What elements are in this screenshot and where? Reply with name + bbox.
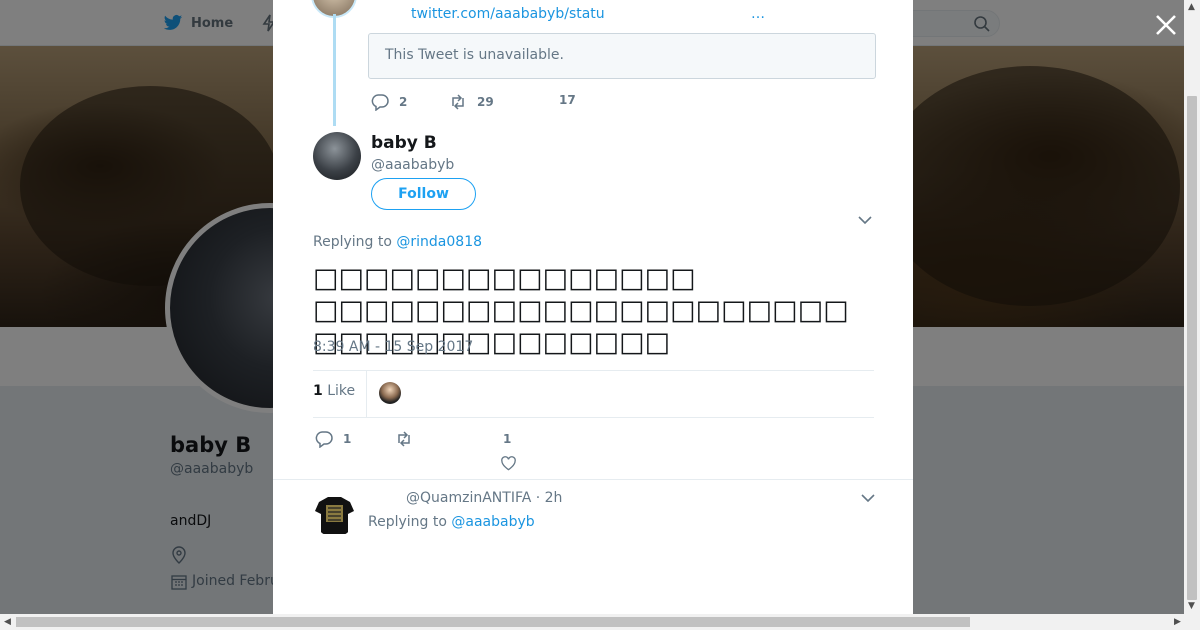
tweet-author-handle[interactable]: @aaababyb (371, 157, 454, 173)
replying-to: Replying to @rinda0818 (313, 234, 482, 250)
retweet-icon (452, 94, 464, 110)
tweet-permalink-modal: twitter.com/aaababyb/statu … This Tweet … (273, 0, 913, 614)
previous-like-count: 17 (559, 93, 576, 107)
replies-divider (273, 479, 913, 480)
stats-divider-bottom (313, 417, 874, 418)
stats-divider-top (313, 370, 874, 371)
reply-replying-to-link[interactable]: @aaababyb (451, 514, 534, 530)
previous-tweet-link-ellipsis[interactable]: … (751, 6, 765, 22)
stats-separator (366, 371, 367, 417)
replying-to-prefix: Replying to (313, 234, 392, 250)
retweet-action[interactable] (395, 430, 413, 448)
reply-icon (315, 431, 333, 448)
reply-replying-to-prefix: Replying to (368, 514, 447, 530)
reply-action[interactable]: 1 (315, 430, 351, 448)
tweet-author-name[interactable]: baby B (371, 133, 437, 153)
follow-button[interactable]: Follow (371, 178, 476, 210)
replying-to-link[interactable]: @rinda0818 (396, 234, 482, 250)
tweet-text-line-1: □□□□□□□□□□□□□□□ (313, 263, 696, 294)
like-count: 1 (503, 432, 512, 446)
like-stats[interactable]: 1 Like (313, 383, 355, 399)
reply-count: 1 (343, 432, 352, 446)
close-icon[interactable] (1153, 12, 1179, 38)
tweet-author-avatar[interactable] (313, 132, 361, 180)
scroll-up-arrow-icon[interactable]: ▲ (1188, 2, 1195, 12)
horizontal-scrollbar-thumb[interactable] (16, 617, 970, 627)
like-stats-count: 1 (313, 383, 323, 399)
scroll-right-arrow-icon[interactable]: ▶ (1174, 617, 1181, 627)
previous-reply-action[interactable]: 2 (371, 93, 407, 111)
scroll-down-arrow-icon[interactable]: ▼ (1188, 601, 1195, 611)
unavailable-tweet-notice: This Tweet is unavailable. (368, 33, 876, 79)
previous-retweet-count: 29 (477, 95, 494, 109)
liker-avatar[interactable] (379, 382, 401, 404)
previous-reply-count: 2 (399, 95, 408, 109)
thread-connector-line (333, 14, 336, 126)
like-stats-label: Like (327, 383, 356, 399)
previous-tweet-link[interactable]: twitter.com/aaababyb/statu (411, 6, 605, 22)
heart-icon[interactable] (500, 455, 517, 472)
chevron-down-icon[interactable] (858, 213, 872, 227)
reply-replying-to: Replying to @aaababyb (368, 514, 535, 530)
scroll-left-arrow-icon[interactable]: ◀ (4, 617, 11, 627)
reply-icon (371, 94, 389, 111)
chevron-down-icon[interactable] (861, 491, 875, 505)
tweet-timestamp[interactable]: 8:39 AM - 15 Sep 2017 (313, 339, 473, 355)
reply-author-handle[interactable]: @QuamzinANTIFA · 2h (406, 490, 562, 506)
retweet-icon (398, 431, 410, 447)
vertical-scrollbar-thumb[interactable] (1187, 96, 1197, 600)
previous-retweet-action[interactable]: 29 (449, 93, 494, 111)
previous-like-action[interactable]: 17 (559, 93, 576, 107)
reply-author-avatar[interactable] (313, 494, 356, 537)
